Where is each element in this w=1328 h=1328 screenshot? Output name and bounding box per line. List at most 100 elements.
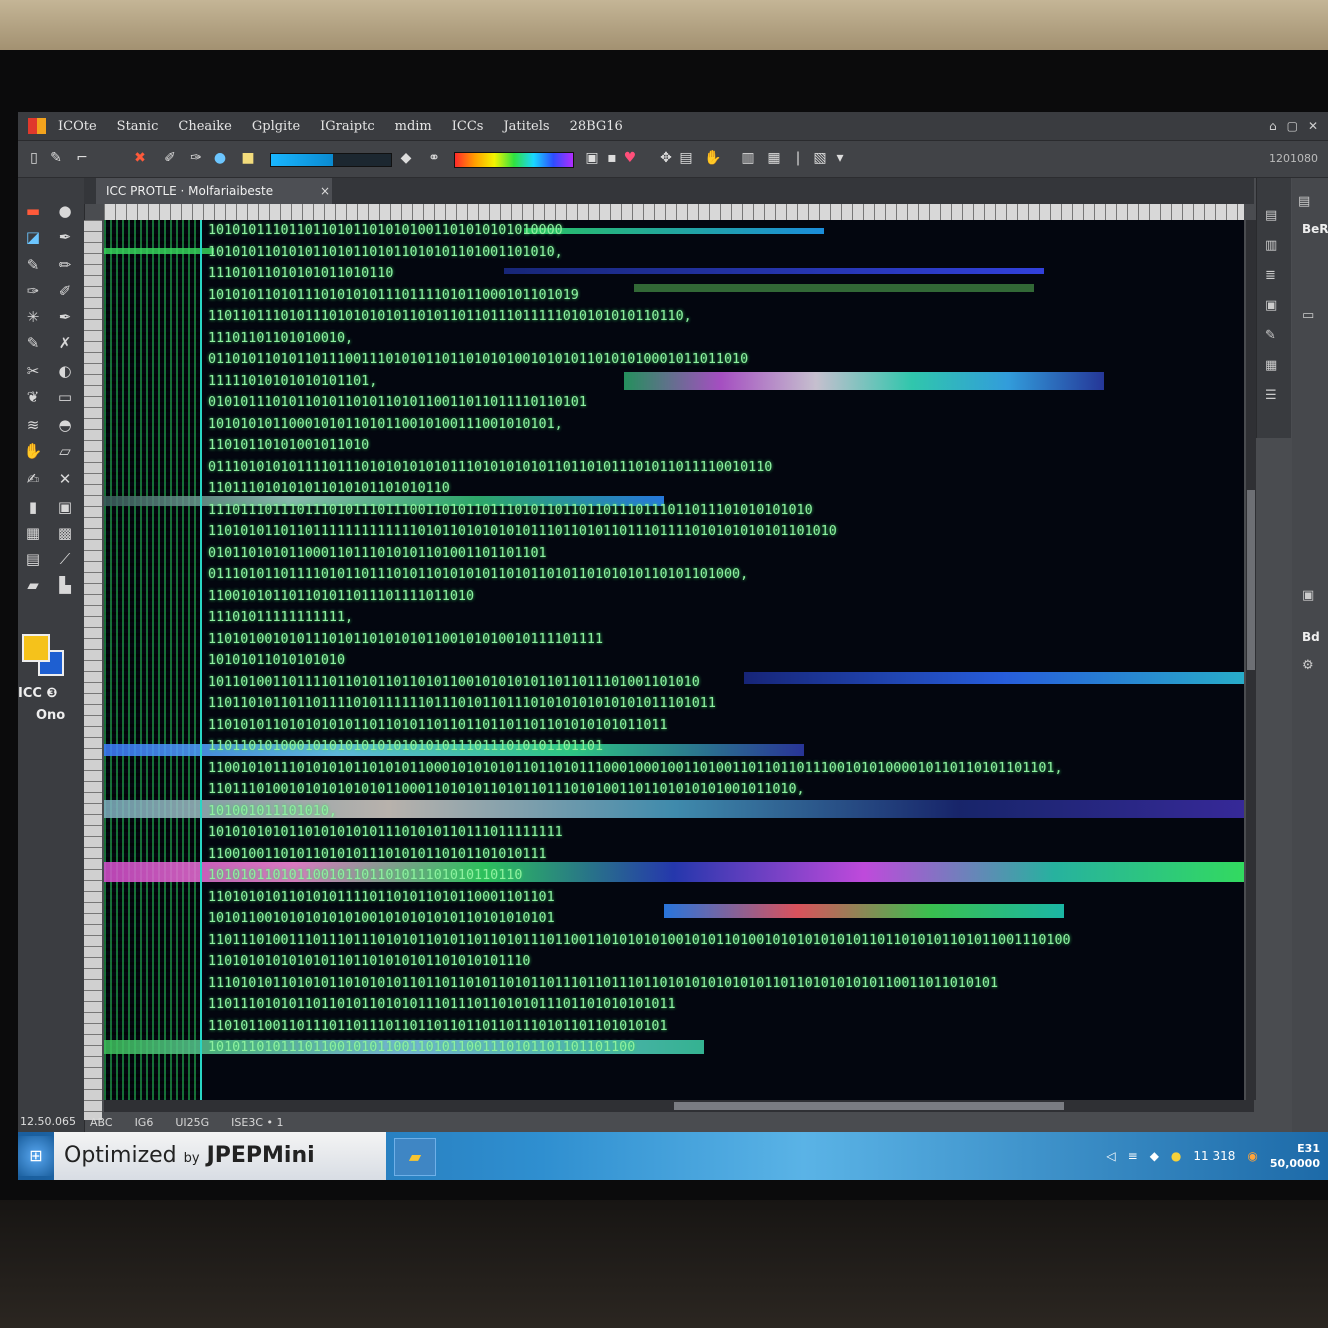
brush-option-icon[interactable]: ✐ [162,150,178,166]
layers-icon[interactable]: ▥ [740,150,756,166]
menu-item-2[interactable]: Stanic [117,119,159,134]
cancel-transform-icon[interactable]: ✖ [132,150,148,166]
clone-tool-icon[interactable]: ✎ [22,332,44,354]
artboard-tool-icon[interactable]: ▣ [54,496,76,518]
gradient-tool-icon[interactable]: ◪ [22,226,44,248]
home-icon[interactable]: ⌂ [1269,119,1277,133]
tools-label-line1: ICC ❸ [18,686,58,701]
panel-link-icon[interactable]: ▣ [1302,588,1314,603]
shape-tool-icon[interactable]: ▭ [54,386,76,408]
select-icon[interactable]: ▯ [26,150,42,166]
align-icon[interactable]: ▧ [812,150,828,166]
ellipse-tool-icon[interactable]: ● [54,200,76,222]
menu-item-7[interactable]: ICCs [452,119,484,134]
zoom-readout[interactable]: 12.50.065 [18,1112,86,1132]
horizontal-scroll-thumb[interactable] [674,1102,1064,1110]
panel-menu-icon[interactable]: ▤ [1298,194,1310,209]
burn-tool-icon[interactable]: ✒ [54,306,76,328]
brushes-icon[interactable]: ✎ [1265,328,1276,343]
properties-icon[interactable]: ≣ [1265,268,1276,283]
menu-item-9[interactable]: 28BG16 [570,119,623,134]
start-button[interactable]: ⊞ [18,1136,54,1176]
fill-tool-icon[interactable]: ◐ [54,360,76,382]
globe-icon[interactable]: ● [212,150,228,166]
app-logo-icon[interactable] [28,118,46,134]
dropper-tool-icon[interactable]: ✒ [54,226,76,248]
heart-icon[interactable]: ♥ [622,150,638,166]
tray-app-icon[interactable]: ◉ [1247,1149,1257,1163]
stamp-tool-icon[interactable]: ▩ [54,522,76,544]
info-icon[interactable]: ❘ [790,150,806,166]
image-icon[interactable]: ▣ [584,150,600,166]
transform-tool-icon[interactable]: ✕ [54,468,76,490]
vertical-scrollbar[interactable] [1246,220,1256,1100]
tray-network-icon[interactable]: ◆ [1150,1149,1159,1163]
sponge-tool-icon[interactable]: ◓ [54,414,76,436]
close-tab-icon[interactable]: × [320,178,330,204]
menu-item-1[interactable]: ICOte [58,119,97,134]
foreground-color-swatch[interactable] [22,634,50,662]
paste-tool-icon[interactable]: ▙ [54,574,76,596]
folder-icon: ▰ [408,1147,422,1166]
magic-wand-tool-icon[interactable]: ✳ [22,306,44,328]
tray-arrow-icon[interactable]: ◁ [1106,1149,1115,1163]
camera-tool-icon[interactable]: ▰ [22,574,44,596]
channels-icon[interactable]: ▦ [1265,358,1277,373]
menu-item-6[interactable]: mdim [395,119,432,134]
crop-icon[interactable]: ⌐ [74,150,90,166]
history-icon[interactable]: ▤ [1265,208,1277,223]
menu-item-4[interactable]: Gplgite [252,119,300,134]
status-item: IG6 [134,1115,154,1129]
ruler-tool-icon[interactable]: ▤ [22,548,44,570]
warp-tool-icon[interactable]: ≋ [22,414,44,436]
vertical-scroll-thumb[interactable] [1247,490,1255,670]
close-window-icon[interactable]: ✕ [1308,119,1318,133]
tools-panel: ▬ ● ◪ ✒ ✎ ✏ ✑ ✐ ✳ ✒ ✎ ✗ ✂ ◐ ❦ ▭ ≋ ◓ ✋ ▱ … [18,178,85,1178]
hand-icon[interactable]: ✋ [704,150,721,166]
menu-item-5[interactable]: IGraiptc [320,119,374,134]
brush-tool-icon[interactable]: ✎ [22,254,44,276]
grid-icon[interactable]: ▦ [766,150,782,166]
link-icon[interactable]: ⚭ [426,150,442,166]
scissors-tool-icon[interactable]: ✂ [22,360,44,382]
marquee-tool-icon[interactable]: ▬ [22,200,44,222]
panel-settings-icon[interactable]: ⚙ [1302,658,1314,673]
comment-tool-icon[interactable]: ▱ [54,440,76,462]
document-canvas[interactable]: 1010101110110110101101010100110101010101… [104,220,1244,1100]
slice-tool-icon[interactable]: ▦ [22,522,44,544]
paths-icon[interactable]: ☰ [1265,388,1277,403]
document-tab[interactable]: ICC PROTLE · Molfariaibeste [96,178,332,204]
frame-tool-icon[interactable]: ▮ [22,496,44,518]
panel-option-icon[interactable]: ▭ [1302,308,1314,323]
right-panel-title-2: Bd [1302,630,1320,644]
eraser-option-icon[interactable]: ✑ [188,150,204,166]
smudge-tool-icon[interactable]: ✐ [54,280,76,302]
text-tool-icon[interactable]: ✍ [22,468,44,490]
feather-tool-icon[interactable]: ❦ [22,386,44,408]
save-icon[interactable]: ▤ [678,150,694,166]
histogram-icon[interactable]: ▥ [1265,238,1277,253]
adjustments-icon[interactable]: ▣ [1265,298,1277,313]
note-icon[interactable]: ■ [240,150,256,166]
move-icon[interactable]: ✥ [658,150,674,166]
hand-tool-icon[interactable]: ✋ [22,440,44,462]
pen-tool-icon[interactable]: ✑ [22,280,44,302]
color-spectrum-bar[interactable] [454,152,574,168]
tray-clock[interactable]: E31 50,0000 [1270,1141,1320,1171]
taskbar-app-button[interactable]: ▰ [394,1138,436,1176]
lasso-icon[interactable]: ✎ [48,150,64,166]
tray-menu-icon[interactable]: ≡ [1128,1149,1138,1163]
menu-item-8[interactable]: Jatitels [503,119,549,134]
clock-bottom: 50,0000 [1269,1157,1320,1170]
menu-item-3[interactable]: Cheaike [178,119,232,134]
line-tool-icon[interactable]: ⟋ [54,548,76,570]
small-swatch-icon[interactable]: ▪ [604,150,620,166]
pencil-tool-icon[interactable]: ✏ [54,254,76,276]
tray-status-icon[interactable]: ● [1171,1149,1181,1163]
heal-tool-icon[interactable]: ✗ [54,332,76,354]
dropdown-icon[interactable]: ▾ [832,150,848,166]
clock-top: E31 [1297,1142,1320,1155]
horizontal-scrollbar[interactable] [104,1100,1254,1112]
restore-icon[interactable]: ▢ [1287,119,1298,133]
slider-handle-icon[interactable]: ◆ [398,150,414,166]
